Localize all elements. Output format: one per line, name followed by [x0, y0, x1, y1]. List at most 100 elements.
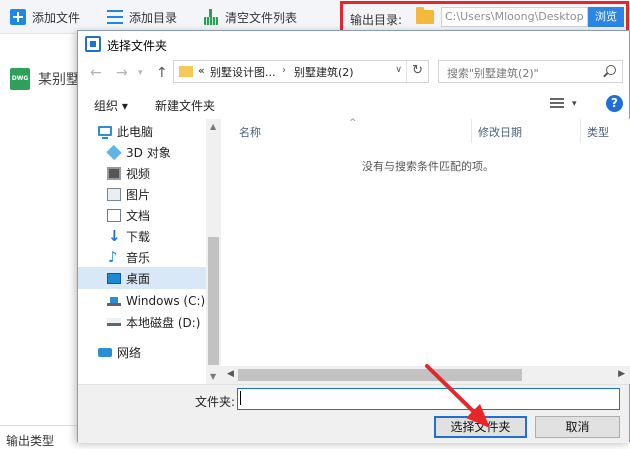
add-file-icon	[10, 9, 26, 25]
address-bar[interactable]: « 别墅设计图... › 别墅建筑(2) ∨ ↻	[173, 60, 429, 83]
address-dropdown-icon[interactable]: ∨	[395, 65, 402, 75]
output-label: 输出目录:	[350, 13, 403, 27]
dialog-title: 选择文件夹	[107, 39, 168, 53]
horizontal-scrollbar[interactable]: ◀ ▶	[221, 366, 630, 384]
broom-icon	[203, 9, 219, 25]
column-date[interactable]: 修改日期	[478, 124, 522, 140]
add-file-button[interactable]: 添加文件	[10, 6, 80, 28]
video-icon	[107, 166, 121, 180]
refresh-icon[interactable]: ↻	[412, 63, 423, 78]
nav-item-music[interactable]: 音乐	[78, 246, 206, 268]
nav-item-drive-c[interactable]: Windows (C:)	[78, 290, 206, 312]
back-arrow-icon[interactable]: ←	[90, 65, 102, 81]
nav-item-pictures[interactable]: 图片	[78, 183, 206, 205]
file-list-item[interactable]: DWG 某别墅	[10, 68, 80, 90]
nav-item-label: 本地磁盘 (D:)	[126, 315, 201, 330]
nav-item-documents[interactable]: 文档	[78, 204, 206, 226]
picture-icon	[107, 187, 121, 201]
horizontal-scroll-thumb[interactable]	[238, 369, 522, 381]
organize-button[interactable]: 组织 ▾	[94, 97, 128, 114]
nav-item-label: Windows (C:)	[126, 294, 206, 308]
text-caret	[240, 391, 241, 405]
dialog-footer: 文件夹: 选择文件夹 取消	[78, 384, 629, 443]
scroll-left-icon[interactable]: ◀	[227, 369, 234, 379]
download-icon	[107, 227, 121, 245]
computer-icon	[98, 126, 112, 139]
view-dropdown-icon[interactable]: ▾	[572, 99, 577, 109]
folder-name-input[interactable]	[237, 388, 620, 410]
nav-item-label: 文档	[126, 208, 151, 223]
nav-item-label: 音乐	[126, 250, 151, 265]
nav-item-desktop[interactable]: 桌面	[78, 267, 206, 289]
nav-item-label: 此电脑	[117, 124, 154, 139]
up-arrow-icon[interactable]: ↑	[156, 65, 168, 81]
new-folder-button[interactable]: 新建文件夹	[155, 97, 215, 114]
forward-arrow-icon[interactable]: →	[116, 65, 128, 81]
drive-icon	[107, 318, 121, 326]
file-name: 某别墅	[38, 72, 80, 88]
output-directory-panel: 输出目录: C:\Users\Mloong\Desktop 浏览	[340, 1, 629, 33]
empty-results-message: 没有与搜索条件匹配的项。	[362, 160, 494, 173]
nav-item-this-pc[interactable]: 此电脑	[78, 120, 206, 142]
address-segment-2[interactable]: 别墅建筑(2)	[294, 64, 354, 80]
chevron-right-icon[interactable]: ›	[282, 65, 286, 76]
address-separator	[406, 61, 407, 82]
help-icon[interactable]: ?	[606, 95, 623, 112]
sort-ascending-icon: ^	[349, 118, 357, 128]
clear-list-button[interactable]: 清空文件列表	[203, 6, 297, 28]
recent-dropdown-icon[interactable]: ▾	[138, 68, 143, 78]
nav-scrollbar[interactable]: ▲ ▼	[206, 119, 221, 384]
search-icon[interactable]	[606, 65, 616, 75]
column-divider[interactable]	[580, 119, 581, 143]
music-icon	[107, 248, 121, 266]
nav-scroll-thumb[interactable]	[208, 237, 219, 365]
browse-button[interactable]: 浏览	[588, 7, 624, 27]
add-file-label: 添加文件	[32, 10, 81, 25]
nav-item-drive-d[interactable]: 本地磁盘 (D:)	[78, 311, 206, 333]
output-type-label: 输出类型	[6, 434, 55, 448]
navigation-pane: 此电脑 3D 对象 视频 图片 文档 下载 音乐 桌面	[78, 119, 221, 384]
nav-item-label: 下载	[126, 229, 151, 244]
network-icon	[98, 347, 112, 357]
add-dir-button[interactable]: 添加目录	[107, 6, 177, 28]
dialog-app-icon	[85, 36, 101, 52]
nav-item-network[interactable]: 网络	[78, 341, 206, 363]
navigation-bar: ← → ▾ ↑ « 别墅设计图... › 别墅建筑(2) ∨ ↻ 搜索"别墅建筑…	[78, 57, 629, 89]
select-folder-dialog: 选择文件夹 ← → ▾ ↑ « 别墅设计图... › 别墅建筑(2) ∨ ↻ 搜…	[77, 30, 630, 443]
column-type[interactable]: 类型	[587, 124, 609, 140]
output-path-field[interactable]: C:\Users\Mloong\Desktop	[441, 7, 588, 27]
column-name[interactable]: 名称	[239, 124, 261, 140]
nav-item-3d-objects[interactable]: 3D 对象	[78, 141, 206, 163]
nav-item-label: 网络	[117, 345, 142, 360]
drive-icon	[107, 296, 121, 306]
address-segment-1[interactable]: 别墅设计图...	[210, 64, 276, 80]
divider	[0, 425, 80, 426]
dwg-file-icon: DWG	[10, 68, 30, 90]
command-bar: 组织 ▾ 新建文件夹 ▾ ?	[78, 89, 629, 119]
nav-item-label: 图片	[126, 187, 151, 202]
view-options-icon[interactable]	[550, 98, 564, 110]
clear-list-label: 清空文件列表	[225, 10, 298, 25]
address-folder-icon	[179, 66, 193, 77]
scroll-down-icon[interactable]: ▼	[210, 372, 216, 381]
list-icon	[107, 9, 123, 25]
cancel-button[interactable]: 取消	[535, 416, 620, 438]
nav-item-label: 桌面	[126, 271, 151, 286]
select-folder-button[interactable]: 选择文件夹	[434, 416, 527, 438]
scroll-right-icon[interactable]: ▶	[618, 369, 625, 379]
add-dir-label: 添加目录	[129, 10, 178, 25]
desktop-icon	[107, 272, 121, 284]
scroll-up-icon[interactable]: ▲	[210, 122, 216, 131]
nav-item-videos[interactable]: 视频	[78, 162, 206, 184]
nav-item-label: 3D 对象	[126, 145, 171, 160]
search-input[interactable]: 搜索"别墅建筑(2)"	[438, 60, 623, 83]
address-overflow[interactable]: «	[198, 64, 205, 77]
column-divider[interactable]	[471, 119, 472, 143]
nav-item-downloads[interactable]: 下载	[78, 225, 206, 247]
document-icon	[107, 208, 121, 222]
cube-icon	[106, 144, 122, 160]
folder-field-label: 文件夹:	[195, 395, 236, 409]
search-placeholder: 搜索"别墅建筑(2)"	[447, 67, 539, 80]
dialog-title-bar: 选择文件夹	[78, 31, 629, 57]
folder-icon[interactable]	[416, 7, 434, 24]
